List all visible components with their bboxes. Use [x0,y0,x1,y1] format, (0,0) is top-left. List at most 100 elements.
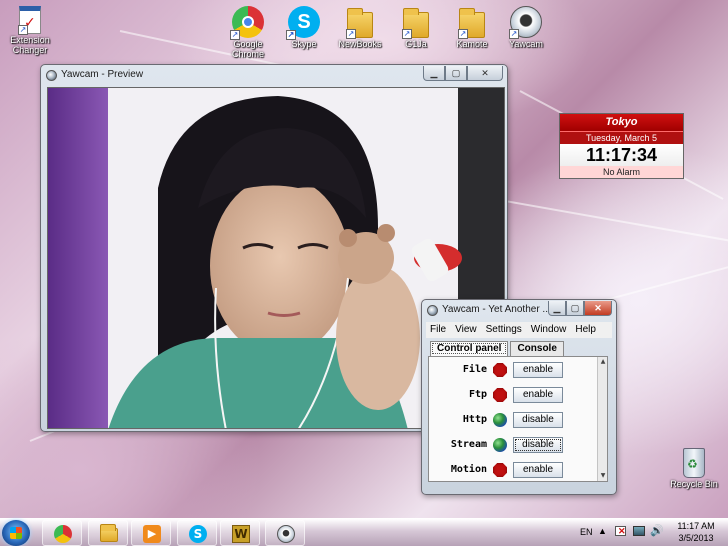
maximize-button[interactable]: ▢ [566,301,584,316]
desktop-icon-label: G1Ja [405,39,427,49]
tab-console[interactable]: Console [510,341,564,356]
taskbar-winword[interactable]: W [220,520,260,546]
menu-window[interactable]: Window [531,322,567,338]
menu-help[interactable]: Help [575,322,596,338]
preview-window-titlebar[interactable]: Yawcam - Preview ▁ ▢ ✕ [41,65,507,87]
desktop-icon-g1ja[interactable]: ↗ G1Ja [386,6,446,49]
tab-control-panel[interactable]: Control panel [430,341,509,356]
clock-time: 11:17:34 [560,144,683,166]
desktop-icon-yawcam[interactable]: ↗ Yawcam [496,6,556,49]
row-label: Ftp [468,389,487,400]
desktop-icon-google-chrome[interactable]: ↗ Google Chrome [218,6,278,59]
file-enable-button[interactable]: enable [513,362,563,378]
globe-icon [493,438,507,452]
folder-icon: ↗ [346,8,373,39]
minimize-button[interactable]: ▁ [423,66,445,81]
control-window-titlebar[interactable]: Yawcam - Yet Another ... ▁ ▢ ✕ [422,300,616,322]
taskbar-explorer[interactable] [88,520,128,546]
folder-icon: ↗ [402,8,429,39]
desktop-icon-label: Yawcam [509,39,543,49]
ftp-enable-button[interactable]: enable [513,387,563,403]
desktop-icon-label: NewBooks [338,39,382,49]
close-button[interactable]: ✕ [584,301,612,316]
action-center-icon[interactable]: ✕ [615,526,626,536]
windows-logo-icon [10,527,22,539]
taskbar-clock-time[interactable]: 11:17 AM [674,521,718,531]
row-label: Motion [450,464,487,475]
yawcam-app-icon [46,70,57,81]
motion-enable-button[interactable]: enable [513,462,563,478]
window-caption-buttons: ▁ ▢ ✕ [423,66,503,81]
desktop-icon-label: Google [233,39,263,49]
desktop-icon-label: Changer [12,45,48,55]
webcam-icon: ↗ [509,6,542,39]
desktop-icon-recycle-bin[interactable]: ♻ Recycle Bin [664,448,724,489]
yawcam-app-icon [427,305,438,316]
clock-alarm: No Alarm [560,166,683,178]
explorer-icon [100,524,118,542]
row-stream: Stream disable [429,436,597,456]
taskbar-clock-date[interactable]: 3/5/2013 [674,533,718,543]
desktop-icon-label: Recycle Bin [670,479,718,489]
vertical-scrollbar[interactable]: ▲ ▼ [597,357,607,481]
folder-icon: ↗ [458,8,485,39]
close-button[interactable]: ✕ [467,66,503,81]
stop-sign-icon [493,388,507,402]
desktop-icon-label: Chrome [231,49,264,59]
minimize-button[interactable]: ▁ [548,301,566,316]
maximize-button[interactable]: ▢ [445,66,467,81]
desktop: ✓ ↗ Extension Changer ↗ Google Chrome S ↗… [0,0,728,518]
menu-bar: File View Settings Window Help [426,322,612,338]
menu-file[interactable]: File [430,322,446,338]
desktop-icon-skype[interactable]: S ↗ Skype [274,6,334,49]
taskbar-media-player[interactable]: ▶ [131,520,171,546]
row-http: Http disable [429,411,597,431]
yawcam-control-window[interactable]: Yawcam - Yet Another ... ▁ ▢ ✕ File View… [421,299,617,495]
desktop-icon-label: Skype [291,39,317,49]
taskbar-skype[interactable]: S [177,520,217,546]
stop-sign-icon [493,363,507,377]
taskbar: ▶ S W EN ▲ ✕ 🔊 11:17 AM 3/5/2013 [0,518,728,546]
taskbar-yawcam[interactable] [265,520,305,546]
yawcam-icon [277,525,295,543]
desktop-icon-kamote[interactable]: ↗ Kamote [442,6,502,49]
show-hidden-icons-icon[interactable]: ▲ [598,526,607,536]
winword-icon: W [232,525,250,543]
desktop-icon-newbooks[interactable]: ↗ NewBooks [330,6,390,49]
row-label: File [462,364,487,375]
window-caption-buttons: ▁ ▢ ✕ [548,301,612,316]
globe-icon [493,413,507,427]
control-panel: File enable Ftp enable Http disable Stre… [428,356,608,482]
clock-city: Tokyo [560,114,683,131]
wallpaper-streak [504,200,728,244]
clock-date: Tuesday, March 5 [560,131,683,144]
row-motion: Motion enable [429,461,597,481]
clock-gadget[interactable]: Tokyo Tuesday, March 5 11:17:34 No Alarm [559,113,684,179]
stream-disable-button[interactable]: disable [513,437,563,453]
row-ftp: Ftp enable [429,386,597,406]
recycle-bin-icon: ♻ [683,448,705,478]
stop-sign-icon [493,463,507,477]
menu-settings[interactable]: Settings [486,322,522,338]
desktop-icon-extension-changer[interactable]: ✓ ↗ Extension Changer [0,6,60,55]
skype-icon: S [189,525,207,543]
scroll-up-icon[interactable]: ▲ [599,358,607,366]
tab-strip: Control panel Console [430,341,566,356]
row-label: Http [462,414,487,425]
volume-icon[interactable]: 🔊 [650,524,664,537]
preview-window-title: Yawcam - Preview [61,69,144,80]
scroll-down-icon[interactable]: ▼ [599,472,607,480]
skype-icon: S ↗ [286,6,320,40]
media-player-icon: ▶ [143,525,161,543]
menu-view[interactable]: View [455,322,477,338]
row-file: File enable [429,361,597,381]
desktop-icon-label: Kamote [456,39,488,49]
language-indicator[interactable]: EN [580,527,593,537]
network-icon[interactable] [633,526,645,536]
chrome-icon: ↗ [230,6,264,40]
http-disable-button[interactable]: disable [513,412,563,428]
start-button[interactable] [2,520,30,546]
chrome-icon [54,525,72,543]
taskbar-chrome[interactable] [42,520,82,546]
control-window-title: Yawcam - Yet Another ... [442,304,551,315]
